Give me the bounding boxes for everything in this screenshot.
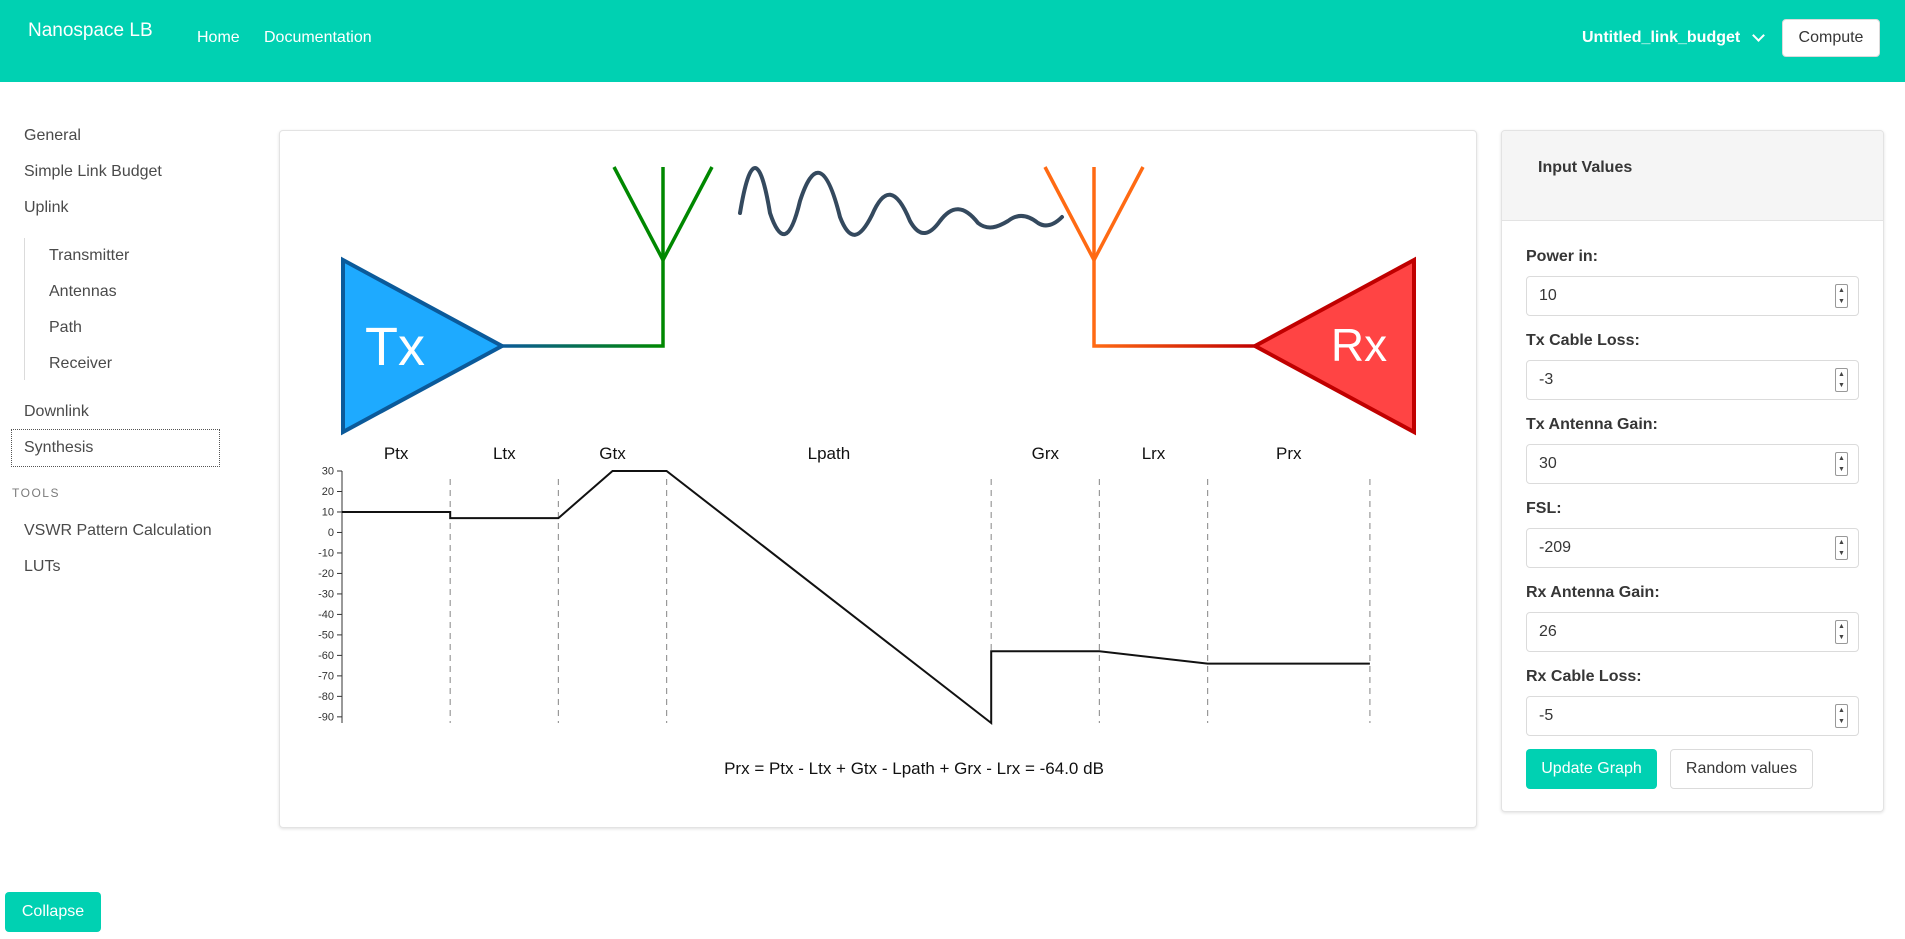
rx-antenna-icon <box>1043 166 1145 261</box>
sidebar-item-uplink[interactable]: Uplink <box>24 199 68 217</box>
spinner-arrows-icon[interactable]: ▲ ▼ <box>1835 284 1848 308</box>
field-label: Rx Cable Loss: <box>1526 668 1642 685</box>
link-budget-diagram: Tx Rx 30 20 10 0 -10 -20 -30 -40 -50 -60 -70 -80 -90… <box>318 166 1416 778</box>
y-tick-label: -50 <box>318 629 334 641</box>
input-value: 30 <box>1539 455 1557 472</box>
field-label: Rx Antenna Gain: <box>1526 584 1660 601</box>
signal-wave-icon <box>738 166 1064 237</box>
category-label: Grx <box>1032 444 1060 463</box>
sidebar-item-path[interactable]: Path <box>49 319 82 337</box>
y-tick-label: -30 <box>318 588 334 600</box>
y-tick-label: -90 <box>318 711 334 723</box>
rx-label: Rx <box>1331 319 1387 371</box>
number-input[interactable]: 30 ▲ ▼ <box>1526 444 1859 484</box>
number-input[interactable]: -209 ▲ ▼ <box>1526 528 1859 568</box>
category-label: Gtx <box>599 444 626 463</box>
chevron-down-icon <box>1752 29 1766 42</box>
category-label: Prx <box>1276 444 1302 463</box>
sidebar-item-synthesis[interactable]: Synthesis <box>11 429 220 467</box>
sidebar-item-downlink[interactable]: Downlink <box>24 403 89 421</box>
budget-formula: Prx = Ptx - Ltx + Gtx - Lpath + Grx - Lr… <box>724 759 1104 778</box>
rx-cable <box>1092 260 1255 348</box>
y-tick-label: -70 <box>318 670 334 682</box>
spinner-arrows-icon[interactable]: ▲ ▼ <box>1835 368 1848 392</box>
y-tick-label: -80 <box>318 691 334 703</box>
sidebar-item-luts[interactable]: LUTs <box>24 558 60 576</box>
y-tick-label: 20 <box>322 486 334 498</box>
link-budget-card: Tx Rx 30 20 10 0 -10 -20 -30 -40 -50 -60 -70 -80 -90… <box>279 130 1477 828</box>
field-label: Tx Antenna Gain: <box>1526 416 1658 433</box>
input-value: -5 <box>1539 707 1554 724</box>
collapse-button[interactable]: Collapse <box>5 892 101 932</box>
tx-label: Tx <box>365 317 425 377</box>
category-label: Lpath <box>808 444 851 463</box>
update-graph-button[interactable]: Update Graph <box>1526 749 1657 789</box>
spinner-arrows-icon[interactable]: ▲ ▼ <box>1835 536 1848 560</box>
project-dropdown[interactable]: Untitled_link_budget <box>1582 29 1766 47</box>
input-value: -3 <box>1539 371 1554 388</box>
compute-button[interactable]: Compute <box>1782 19 1880 57</box>
sidebar-item-vswr[interactable]: VSWR Pattern Calculation <box>24 522 212 540</box>
power-level-line <box>342 470 1370 726</box>
project-name: Untitled_link_budget <box>1582 29 1741 46</box>
random-values-button[interactable]: Random values <box>1670 749 1813 789</box>
submenu-border <box>24 238 25 380</box>
y-tick-label: 10 <box>322 506 334 518</box>
field-label: Power in: <box>1526 248 1599 265</box>
sidebar-item-transmitter[interactable]: Transmitter <box>49 247 129 265</box>
sidebar-item-antennas[interactable]: Antennas <box>49 283 117 301</box>
category-label: Ptx <box>384 444 409 463</box>
input-value: 10 <box>1539 287 1557 304</box>
y-tick-label: -10 <box>318 547 334 559</box>
field-label: Tx Cable Loss: <box>1526 332 1640 349</box>
power-budget-chart: 30 20 10 0 -10 -20 -30 -40 -50 -60 -70 -80 -90 Ptx Ltx… <box>318 444 1371 726</box>
sidebar-item-receiver[interactable]: Receiver <box>49 355 112 373</box>
sidebar-item-general[interactable]: General <box>24 127 81 145</box>
input-value: 26 <box>1539 623 1557 640</box>
number-input[interactable]: 26 ▲ ▼ <box>1526 612 1859 652</box>
nav-documentation-link[interactable]: Documentation <box>264 29 372 47</box>
tools-section-label: TOOLS <box>12 486 60 500</box>
number-input[interactable]: -5 ▲ ▼ <box>1526 696 1859 736</box>
tx-cable <box>502 260 665 348</box>
spinner-arrows-icon[interactable]: ▲ ▼ <box>1835 620 1848 644</box>
input-values-panel: Input Values Power in: 10 ▲ ▼ Tx Cable Loss:… <box>1501 130 1884 812</box>
y-tick-label: 0 <box>328 527 334 539</box>
y-tick-label: 30 <box>322 466 334 478</box>
panel-title: Input Values <box>1502 131 1883 221</box>
spinner-arrows-icon[interactable]: ▲ ▼ <box>1835 704 1848 728</box>
nav-home-link[interactable]: Home <box>197 29 240 47</box>
y-tick-label: -20 <box>318 568 334 580</box>
number-input[interactable]: 10 ▲ ▼ <box>1526 276 1859 316</box>
spinner-arrows-icon[interactable]: ▲ ▼ <box>1835 452 1848 476</box>
category-label: Ltx <box>493 444 516 463</box>
y-tick-label: -40 <box>318 609 334 621</box>
top-navbar: Nanospace LB Home Documentation Untitled… <box>0 0 1905 82</box>
sidebar-item-simple-link-budget[interactable]: Simple Link Budget <box>24 163 162 181</box>
category-label: Lrx <box>1142 444 1166 463</box>
brand-logo[interactable]: Nanospace LB <box>28 20 153 42</box>
y-tick-label: -60 <box>318 650 334 662</box>
field-label: FSL: <box>1526 500 1562 517</box>
tx-antenna-icon <box>612 166 714 261</box>
input-value: -209 <box>1539 539 1572 556</box>
number-input[interactable]: -3 ▲ ▼ <box>1526 360 1859 400</box>
